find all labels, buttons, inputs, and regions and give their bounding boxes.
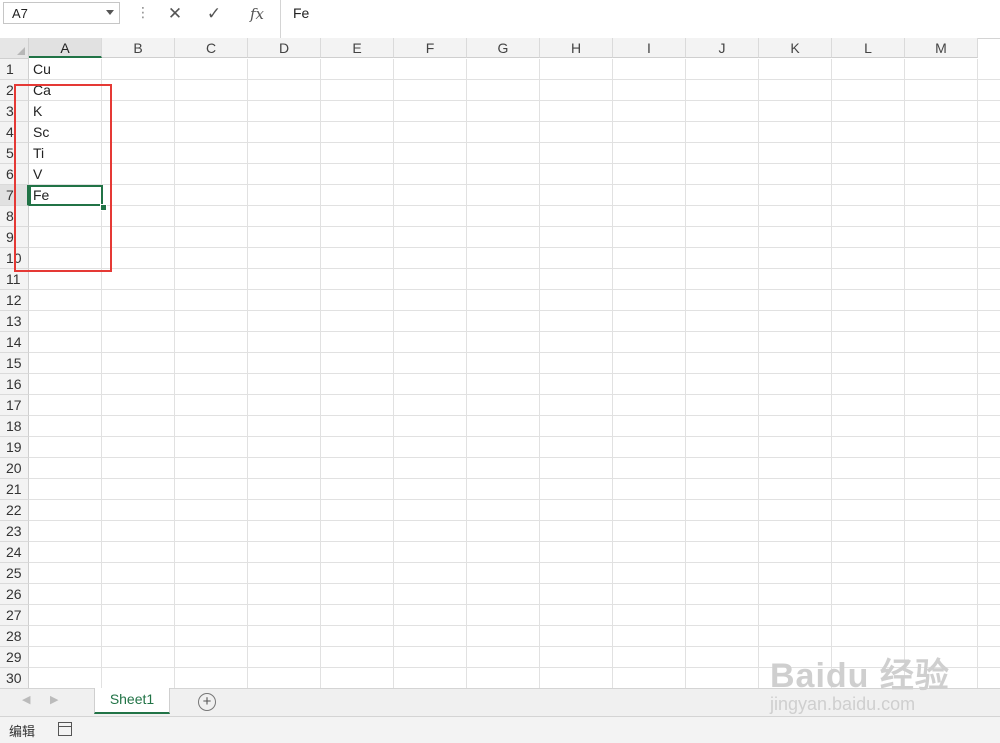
column-headers: ABCDEFGHIJKLM: [29, 38, 1000, 58]
row-header-19[interactable]: 19: [0, 437, 29, 458]
row-header-11[interactable]: 11: [0, 269, 29, 290]
add-sheet-icon[interactable]: +: [198, 693, 216, 711]
check-icon[interactable]: ✓: [201, 3, 227, 25]
highlight-annotation: [14, 84, 112, 272]
row-header-22[interactable]: 22: [0, 500, 29, 521]
row-header-17[interactable]: 17: [0, 395, 29, 416]
row-header-23[interactable]: 23: [0, 521, 29, 542]
row-header-15[interactable]: 15: [0, 353, 29, 374]
row-header-13[interactable]: 13: [0, 311, 29, 332]
column-header-m[interactable]: M: [905, 38, 978, 58]
column-header-h[interactable]: H: [540, 38, 613, 58]
formula-bar-grip: ⋮: [136, 4, 150, 20]
cell-a1[interactable]: Cu: [33, 59, 51, 80]
column-header-a[interactable]: A: [29, 38, 102, 58]
row-header-24[interactable]: 24: [0, 542, 29, 563]
column-header-i[interactable]: I: [613, 38, 686, 58]
row-header-27[interactable]: 27: [0, 605, 29, 626]
column-header-d[interactable]: D: [248, 38, 321, 58]
column-header-f[interactable]: F: [394, 38, 467, 58]
formula-bar: A7 ⋮ ✕ ✓ fx Fe: [0, 0, 1000, 39]
nav-prev-icon[interactable]: ◀: [22, 693, 30, 706]
cells-area[interactable]: Cu Ca K Sc Ti V Fe: [29, 59, 1000, 688]
chevron-down-icon[interactable]: [106, 10, 114, 16]
worksheet-grid: ABCDEFGHIJKLM 1 2 3 4 5 6 7 8 9 10 11 12 13 14 15 16 17 1…: [0, 38, 1000, 688]
row-header-18[interactable]: 18: [0, 416, 29, 437]
row-header-12[interactable]: 12: [0, 290, 29, 311]
column-header-j[interactable]: J: [686, 38, 759, 58]
name-box[interactable]: A7: [3, 2, 120, 24]
nav-next-icon[interactable]: ▶: [50, 693, 58, 706]
formula-bar-divider: [280, 0, 281, 38]
sheet-tabs-bar: ◀ ▶ Sheet1 +: [0, 688, 1000, 716]
row-header-16[interactable]: 16: [0, 374, 29, 395]
sheet-tab[interactable]: Sheet1: [94, 688, 170, 714]
select-all-button[interactable]: [0, 38, 29, 59]
macro-icon[interactable]: [58, 722, 72, 736]
status-mode: 编辑: [9, 724, 36, 739]
column-header-c[interactable]: C: [175, 38, 248, 58]
name-box-value: A7: [12, 6, 28, 21]
column-header-g[interactable]: G: [467, 38, 540, 58]
row-header-26[interactable]: 26: [0, 584, 29, 605]
column-header-b[interactable]: B: [102, 38, 175, 58]
formula-input[interactable]: Fe: [285, 2, 993, 24]
row-header-21[interactable]: 21: [0, 479, 29, 500]
row-header-28[interactable]: 28: [0, 626, 29, 647]
row-header-29[interactable]: 29: [0, 647, 29, 668]
row-header-25[interactable]: 25: [0, 563, 29, 584]
cancel-icon[interactable]: ✕: [162, 3, 188, 25]
column-header-k[interactable]: K: [759, 38, 832, 58]
column-header-l[interactable]: L: [832, 38, 905, 58]
row-header-14[interactable]: 14: [0, 332, 29, 353]
status-bar: 编辑: [0, 716, 1000, 743]
row-header-20[interactable]: 20: [0, 458, 29, 479]
fx-icon[interactable]: fx: [244, 3, 270, 25]
row-header-30[interactable]: 30: [0, 668, 29, 688]
column-header-e[interactable]: E: [321, 38, 394, 58]
row-header-1[interactable]: 1: [0, 59, 29, 80]
